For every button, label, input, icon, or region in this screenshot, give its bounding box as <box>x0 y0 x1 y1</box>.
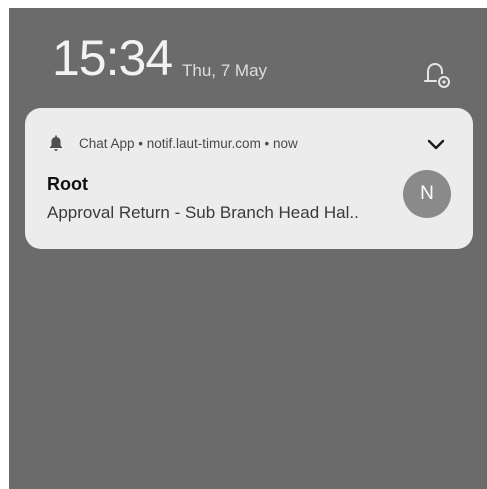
notification-card[interactable]: Chat App • notif.laut-timur.com • now Ro… <box>25 108 473 249</box>
avatar: N <box>403 170 451 218</box>
clock-time: 15:34 <box>52 30 173 86</box>
clock-date: Thu, 7 May <box>182 61 268 80</box>
notification-settings-icon[interactable] <box>419 60 453 90</box>
notification-header: Chat App • notif.laut-timur.com • now <box>47 132 298 154</box>
bell-icon <box>47 134 65 152</box>
lockscreen-header: 15:34 Thu, 7 May <box>9 8 487 98</box>
notification-title: Root <box>47 174 88 194</box>
lock-screen: 15:34 Thu, 7 May Chat App • notif.laut-t… <box>9 8 487 489</box>
chevron-down-icon[interactable] <box>424 132 448 156</box>
notification-body: Approval Return - Sub Branch Head Hal.. <box>47 203 359 222</box>
notification-source: Chat App • notif.laut-timur.com • now <box>79 135 298 151</box>
